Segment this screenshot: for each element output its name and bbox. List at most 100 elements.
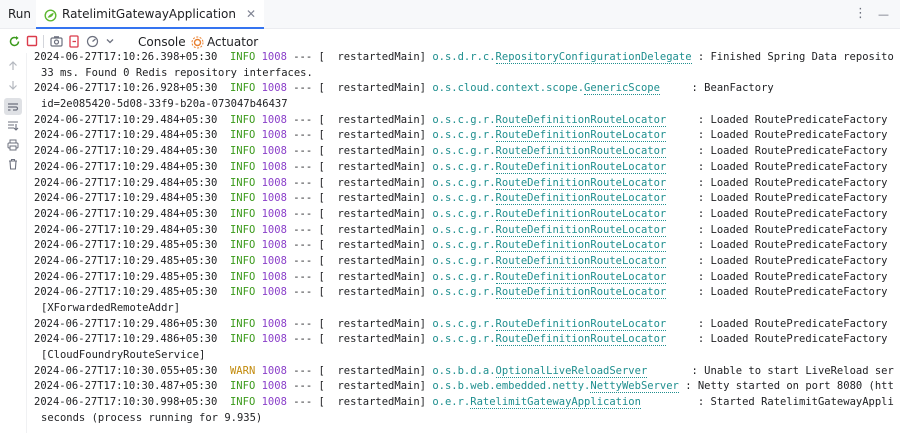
- log-logger-class[interactable]: RouteDefinitionRouteLocator: [495, 270, 667, 284]
- log-logger-class[interactable]: RouteDefinitionRouteLocator: [495, 176, 667, 190]
- log-pid: 1008: [261, 129, 287, 142]
- log-pid: 1008: [261, 113, 287, 126]
- log-logger-link[interactable]: o.s.c.g.r.RouteDefinitionRouteLocator: [432, 192, 667, 206]
- log-logger-link[interactable]: o.s.b.d.a.OptionalLiveReloadServer: [432, 364, 648, 378]
- scroll-to-end-icon[interactable]: [6, 119, 20, 133]
- log-message: BeanFactory: [704, 82, 774, 95]
- log-logger-class[interactable]: RepositoryConfigurationDelegate: [495, 51, 692, 64]
- log-logger-class[interactable]: NettyWebServer: [590, 380, 679, 394]
- log-line: 2024-06-27T17:10:29.484+05:30 INFO 1008 …: [34, 113, 894, 129]
- log-logger-class[interactable]: GenericScope: [584, 82, 660, 96]
- log-logger-class[interactable]: RouteDefinitionRouteLocator: [495, 192, 667, 206]
- log-logger-class[interactable]: RouteDefinitionRouteLocator: [495, 286, 667, 300]
- log-logger-class[interactable]: RouteDefinitionRouteLocator: [495, 113, 667, 127]
- log-line: 2024-06-27T17:10:29.485+05:30 INFO 1008 …: [34, 270, 894, 286]
- log-timestamp: 2024-06-27T17:10:29.485+05:30: [34, 254, 218, 267]
- log-timestamp: 2024-06-27T17:10:29.486+05:30: [34, 317, 218, 330]
- log-logger-class[interactable]: RouteDefinitionRouteLocator: [495, 317, 667, 331]
- rerun-icon[interactable]: [7, 34, 21, 48]
- log-message: Loaded RoutePredicateFactory [After]: [710, 113, 895, 126]
- log-logger-class[interactable]: RouteDefinitionRouteLocator: [495, 145, 667, 159]
- log-logger-class[interactable]: RouteDefinitionRouteLocator: [495, 254, 667, 268]
- log-timestamp: 2024-06-27T17:10:29.484+05:30: [34, 207, 218, 220]
- run-tool-window-title: Run: [8, 7, 32, 21]
- exit-icon[interactable]: [67, 34, 81, 48]
- log-logger-link[interactable]: o.s.c.g.r.RouteDefinitionRouteLocator: [432, 270, 667, 284]
- log-message: Loaded RoutePredicateFactory [Before]: [710, 129, 895, 142]
- log-logger-link[interactable]: o.s.c.g.r.RouteDefinitionRouteLocator: [432, 239, 667, 253]
- log-line: 2024-06-27T17:10:29.485+05:30 INFO 1008 …: [34, 286, 888, 300]
- log-logger-class[interactable]: RouteDefinitionRouteLocator: [495, 239, 667, 253]
- log-timestamp: 2024-06-27T17:10:29.486+05:30: [34, 333, 218, 346]
- console-output[interactable]: 2024-06-27T17:10:26.398+05:30 INFO 1008 …: [34, 50, 894, 430]
- log-logger-link[interactable]: o.s.cloud.context.scope.GenericScope: [432, 82, 660, 96]
- profiler-icon[interactable]: [85, 34, 99, 48]
- log-thread: restartedMain: [337, 51, 420, 63]
- log-pid: 1008: [261, 176, 287, 189]
- log-logger-link[interactable]: o.s.c.g.r.RouteDefinitionRouteLocator: [432, 113, 667, 127]
- log-message: Loaded RoutePredicateFactory [Header]: [710, 176, 895, 189]
- log-logger-class[interactable]: RouteDefinitionRouteLocator: [495, 160, 667, 174]
- log-logger-link[interactable]: o.s.c.g.r.RouteDefinitionRouteLocator: [432, 207, 667, 221]
- log-logger-link[interactable]: o.s.c.g.r.RouteDefinitionRouteLocator: [432, 129, 667, 143]
- log-timestamp: 2024-06-27T17:10:30.055+05:30: [34, 364, 218, 377]
- log-line: 2024-06-27T17:10:29.484+05:30 INFO 1008 …: [34, 176, 894, 192]
- print-icon[interactable]: [6, 138, 20, 152]
- log-logger-link[interactable]: o.e.r.RatelimitGatewayApplication: [432, 396, 641, 410]
- log-level: INFO: [229, 113, 256, 126]
- log-message: Netty started on port 8080 (http): [697, 380, 894, 393]
- log-pid: 1008: [261, 270, 287, 283]
- log-message: Loaded RoutePredicateFactory [Method]: [710, 207, 895, 220]
- chevron-down-icon[interactable]: [103, 34, 117, 48]
- log-logger-class[interactable]: RouteDefinitionRouteLocator: [495, 333, 667, 347]
- log-logger-link[interactable]: o.s.c.g.r.RouteDefinitionRouteLocator: [432, 145, 667, 159]
- close-tab-icon[interactable]: ✕: [246, 7, 256, 21]
- log-logger-class[interactable]: RatelimitGatewayApplication: [470, 396, 641, 410]
- log-timestamp: 2024-06-27T17:10:29.484+05:30: [34, 113, 218, 126]
- log-line: 2024-06-27T17:10:29.484+05:30 INFO 1008 …: [34, 191, 894, 207]
- log-logger-link[interactable]: o.s.c.g.r.RouteDefinitionRouteLocator: [432, 333, 667, 347]
- log-logger-class[interactable]: RouteDefinitionRouteLocator: [495, 129, 667, 143]
- log-logger-package: o.s.c.g.r.: [432, 317, 496, 330]
- log-logger-package: o.s.c.g.r.: [432, 129, 496, 142]
- log-logger-link[interactable]: o.s.c.g.r.RouteDefinitionRouteLocator: [432, 254, 667, 268]
- log-logger-link[interactable]: o.s.c.g.r.RouteDefinitionRouteLocator: [432, 286, 667, 300]
- run-tool-window-header: Run RatelimitGatewayApplication ✕ ⋮ —: [0, 0, 900, 29]
- log-logger-class[interactable]: RouteDefinitionRouteLocator: [495, 207, 667, 221]
- log-logger-class[interactable]: OptionalLiveReloadServer: [495, 364, 648, 378]
- log-thread: restartedMain: [337, 333, 420, 346]
- log-timestamp: 2024-06-27T17:10:30.998+05:30: [34, 396, 218, 409]
- log-pid: 1008: [261, 396, 287, 409]
- log-logger-class[interactable]: RouteDefinitionRouteLocator: [495, 223, 667, 237]
- log-logger-link[interactable]: o.s.c.g.r.RouteDefinitionRouteLocator: [432, 176, 667, 190]
- log-logger-package: o.s.cloud.context.scope.: [432, 82, 585, 95]
- minimize-icon[interactable]: —: [878, 8, 889, 21]
- tab-run-configuration[interactable]: RatelimitGatewayApplication ✕: [36, 0, 265, 29]
- log-logger-link[interactable]: o.s.c.g.r.RouteDefinitionRouteLocator: [432, 160, 667, 174]
- log-logger-link[interactable]: o.s.d.r.c.RepositoryConfigurationDelegat…: [432, 51, 692, 64]
- log-level: INFO: [229, 207, 256, 220]
- log-pid: 1008: [261, 223, 287, 236]
- arrow-down-icon[interactable]: [6, 78, 20, 92]
- arrow-up-icon[interactable]: [6, 59, 20, 73]
- log-timestamp: 2024-06-27T17:10:29.484+05:30: [34, 160, 218, 173]
- trash-icon[interactable]: [6, 157, 20, 171]
- stop-icon[interactable]: [25, 34, 39, 48]
- log-logger-package: o.s.c.g.r.: [432, 286, 496, 299]
- log-pid: 1008: [261, 380, 287, 393]
- tab-label: RatelimitGatewayApplication: [62, 6, 236, 21]
- soft-wrap-icon[interactable]: [4, 98, 22, 115]
- more-options-icon[interactable]: ⋮: [854, 6, 867, 21]
- log-line: 2024-06-27T17:10:29.486+05:30 INFO 1008 …: [34, 333, 888, 347]
- log-level: INFO: [229, 254, 256, 267]
- log-logger-link[interactable]: o.s.b.web.embedded.netty.NettyWebServer: [432, 380, 679, 394]
- tab-actuator[interactable]: Actuator: [207, 35, 258, 49]
- log-thread: restartedMain: [337, 396, 420, 409]
- log-logger-link[interactable]: o.s.c.g.r.RouteDefinitionRouteLocator: [432, 223, 667, 237]
- log-logger-link[interactable]: o.s.c.g.r.RouteDefinitionRouteLocator: [432, 317, 667, 331]
- log-line: 2024-06-27T17:10:29.484+05:30 INFO 1008 …: [34, 144, 894, 160]
- log-pid: 1008: [261, 160, 287, 173]
- camera-icon[interactable]: [49, 34, 63, 48]
- log-thread: restartedMain: [337, 145, 420, 158]
- tab-console[interactable]: Console: [138, 35, 186, 49]
